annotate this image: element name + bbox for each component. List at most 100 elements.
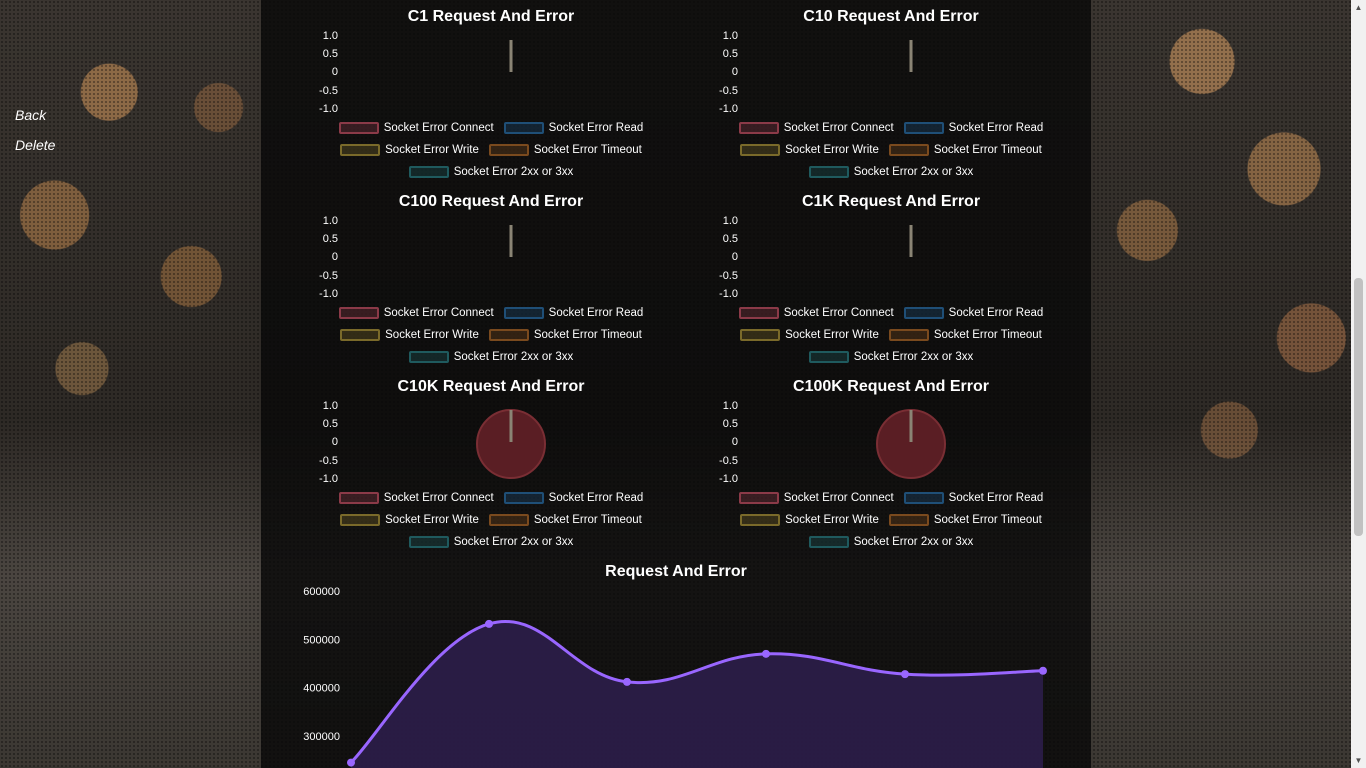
gauge-title: C100 Request And Error	[398, 193, 584, 210]
legend-item-read[interactable]: Socket Error Read	[903, 122, 1043, 134]
legend-row: Socket Error Connect Socket Error Read	[676, 302, 1091, 324]
gauge-needle	[509, 410, 513, 442]
y-tick-label: 1.0	[322, 215, 338, 227]
legend-item-write[interactable]: Socket Error Write	[340, 329, 479, 341]
legend-item-read[interactable]: Socket Error Read	[903, 492, 1043, 504]
legend-row: Socket Error 2xx or 3xx	[676, 161, 1091, 183]
legend-item-write[interactable]: Socket Error Write	[740, 514, 879, 526]
legend-item-timeout[interactable]: Socket Error Timeout	[488, 514, 642, 526]
legend-item-write[interactable]: Socket Error Write	[740, 144, 879, 156]
legend-item-connect[interactable]: Socket Error Connect	[738, 307, 894, 319]
legend-item-connect[interactable]: Socket Error Connect	[738, 122, 894, 134]
y-tick-label: 0	[331, 251, 338, 264]
gauge-legend: Socket Error Connect Socket Error Read Soc…	[676, 487, 1091, 553]
legend-item-connect[interactable]: Socket Error Connect	[738, 492, 894, 504]
legend-row: Socket Error Write Socket Error Timeout	[276, 509, 706, 531]
gauge-chart: C10K Request And Error 1.0 0.5 0 -0.5 -1.0 Soc…	[276, 370, 676, 555]
legend-swatch	[740, 514, 781, 526]
legend-label: Socket Error Connect	[783, 307, 894, 319]
gauge-chart: C100 Request And Error 1.0 0.5 0 -0.5 -1.0 Soc…	[276, 185, 676, 370]
gauge-needle	[909, 40, 913, 72]
legend-swatch	[338, 492, 379, 504]
page-scrollbar[interactable]: ▲ ▼	[1351, 0, 1366, 768]
legend-swatch	[408, 536, 449, 548]
data-point[interactable]	[347, 758, 355, 767]
legend-row: Socket Error Connect Socket Error Read	[276, 117, 706, 139]
legend-item-read[interactable]: Socket Error Read	[503, 307, 643, 319]
data-point[interactable]	[762, 649, 770, 658]
legend-item-non2xx[interactable]: Socket Error 2xx or 3xx	[408, 351, 573, 363]
legend-swatch	[408, 351, 449, 363]
legend-swatch	[503, 122, 544, 134]
legend-swatch	[808, 536, 849, 548]
delete-link[interactable]: Delete	[15, 136, 55, 166]
data-point[interactable]	[1039, 666, 1047, 675]
legend-item-read[interactable]: Socket Error Read	[503, 122, 643, 134]
y-tick-label: -0.5	[319, 269, 338, 282]
gauge-legend: Socket Error Connect Socket Error Read Soc…	[276, 487, 706, 553]
scroll-down-icon[interactable]: ▼	[1351, 753, 1366, 768]
gauge-needle	[509, 225, 513, 257]
y-tick-label: -0.5	[719, 84, 738, 97]
legend-swatch	[738, 307, 779, 319]
legend-label: Socket Error 2xx or 3xx	[453, 536, 574, 548]
gauge-dial	[876, 409, 946, 479]
legend-row: Socket Error Connect Socket Error Read	[276, 487, 706, 509]
legend-label: Socket Error Write	[385, 514, 479, 526]
legend-item-read[interactable]: Socket Error Read	[903, 307, 1043, 319]
legend-swatch	[338, 122, 379, 134]
legend-swatch	[340, 514, 381, 526]
legend-item-read[interactable]: Socket Error Read	[503, 492, 644, 504]
legend-row: Socket Error Connect Socket Error Read	[676, 117, 1091, 139]
scroll-up-icon[interactable]: ▲	[1351, 0, 1366, 15]
y-tick-label: 0.5	[722, 233, 738, 246]
legend-row: Socket Error 2xx or 3xx	[276, 531, 706, 553]
y-tick-label: 300000	[303, 731, 340, 743]
gauge-dial	[509, 40, 513, 72]
legend-item-timeout[interactable]: Socket Error Timeout	[888, 514, 1042, 526]
legend-label: Socket Error Write	[785, 329, 879, 341]
legend-label: Socket Error 2xx or 3xx	[853, 166, 974, 178]
legend-swatch	[903, 307, 944, 319]
legend-swatch	[888, 144, 929, 156]
y-tick-label: 0.5	[722, 48, 738, 61]
legend-swatch	[408, 166, 449, 178]
legend-item-write[interactable]: Socket Error Write	[340, 144, 479, 156]
line-chart-svg: 600000 500000 400000 300000	[303, 586, 1047, 768]
y-tick-label: 500000	[303, 634, 340, 646]
data-point[interactable]	[623, 677, 631, 686]
legend-item-connect[interactable]: Socket Error Connect	[338, 307, 494, 319]
legend-item-write[interactable]: Socket Error Write	[740, 329, 879, 341]
legend-row: Socket Error Connect Socket Error Read	[276, 302, 706, 324]
y-tick-label: 0.5	[722, 418, 738, 431]
legend-swatch	[738, 492, 779, 504]
y-tick-label: -0.5	[719, 454, 738, 467]
legend-item-non2xx[interactable]: Socket Error 2xx or 3xx	[408, 536, 574, 548]
legend-item-non2xx[interactable]: Socket Error 2xx or 3xx	[408, 166, 573, 178]
gauge-needle	[909, 225, 913, 257]
legend-item-timeout[interactable]: Socket Error Timeout	[888, 144, 1042, 156]
legend-item-timeout[interactable]: Socket Error Timeout	[888, 329, 1042, 341]
y-tick-label: -0.5	[319, 84, 338, 97]
legend-item-non2xx[interactable]: Socket Error 2xx or 3xx	[808, 351, 973, 363]
y-axis-ticks: 1.0 0.5 0 -0.5 -1.0	[706, 30, 738, 121]
legend-item-timeout[interactable]: Socket Error Timeout	[488, 329, 642, 341]
legend-item-connect[interactable]: Socket Error Connect	[338, 122, 494, 134]
gauge-title: C1 Request And Error	[407, 8, 575, 25]
y-tick-label: -0.5	[719, 269, 738, 282]
y-tick-label: 0.5	[322, 48, 338, 61]
legend-item-non2xx[interactable]: Socket Error 2xx or 3xx	[808, 166, 974, 178]
legend-item-write[interactable]: Socket Error Write	[340, 514, 479, 526]
legend-item-timeout[interactable]: Socket Error Timeout	[488, 144, 642, 156]
data-point[interactable]	[901, 670, 909, 679]
back-link[interactable]: Back	[15, 106, 55, 136]
legend-label: Socket Error Read	[548, 492, 644, 504]
legend-swatch	[488, 144, 529, 156]
scroll-thumb[interactable]	[1354, 278, 1363, 536]
legend-swatch	[340, 144, 381, 156]
legend-label: Socket Error Timeout	[933, 144, 1042, 156]
legend-item-non2xx[interactable]: Socket Error 2xx or 3xx	[808, 536, 973, 548]
legend-label: Socket Error Timeout	[533, 329, 642, 341]
data-point[interactable]	[485, 619, 493, 628]
legend-item-connect[interactable]: Socket Error Connect	[338, 492, 494, 504]
